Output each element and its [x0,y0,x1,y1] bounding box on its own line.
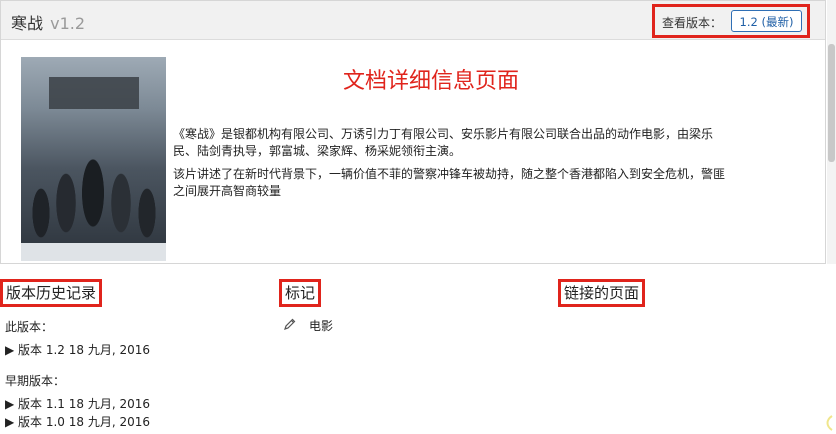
version-selector-box: 查看版本： 1.2 (最新) [652,4,810,38]
movie-poster-image [21,57,166,261]
poster-bottom-strip [21,243,166,261]
description-paragraph-1: 《寒战》是银都机构有限公司、万诱引力丁有限公司、安乐影片有限公司联合出品的动作电… [173,127,714,158]
version-history-heading: 版本历史记录 [0,279,103,307]
description-paragraph-2: 该片讲述了在新时代背景下，一辆价值不菲的警察冲锋车被劫持，随之整个香港都陷入到安… [173,167,726,198]
poster-title-block [49,77,139,109]
document-panel: 寒战 v1.2 查看版本： 1.2 (最新) 文档详细信息页面 《寒战》是银都机… [0,0,826,264]
current-version-link[interactable]: ▶ 版本 1.2 18 九月, 2016 [5,341,150,358]
earlier-versions-label: 早期版本： [5,374,66,388]
poster-people [21,123,166,243]
document-heading: 文档详细信息页面 [342,69,519,94]
document-scrollbar[interactable] [827,0,836,264]
linked-pages-heading: 链接的页面 [558,279,646,307]
tags-heading: 标记 [279,279,322,307]
document-title-text: 寒战 [11,14,44,33]
current-version-label: 此版本： [5,320,54,334]
scrollbar-thumb[interactable] [828,44,835,162]
corner-decoration [826,415,833,431]
document-header: 寒战 v1.2 查看版本： 1.2 (最新) [1,1,825,40]
version-selector-label: 查看版本： [662,16,723,30]
earlier-version-link-2[interactable]: ▶ 版本 1.0 18 九月, 2016 [5,413,150,430]
tag-item[interactable]: 电影 [309,317,333,334]
version-select-button[interactable]: 1.2 (最新) [731,10,802,32]
pencil-icon [284,318,296,330]
document-version: v1.2 [50,14,86,33]
earlier-version-link-1[interactable]: ▶ 版本 1.1 18 九月, 2016 [5,395,150,412]
document-title: 寒战 v1.2 [11,10,85,34]
